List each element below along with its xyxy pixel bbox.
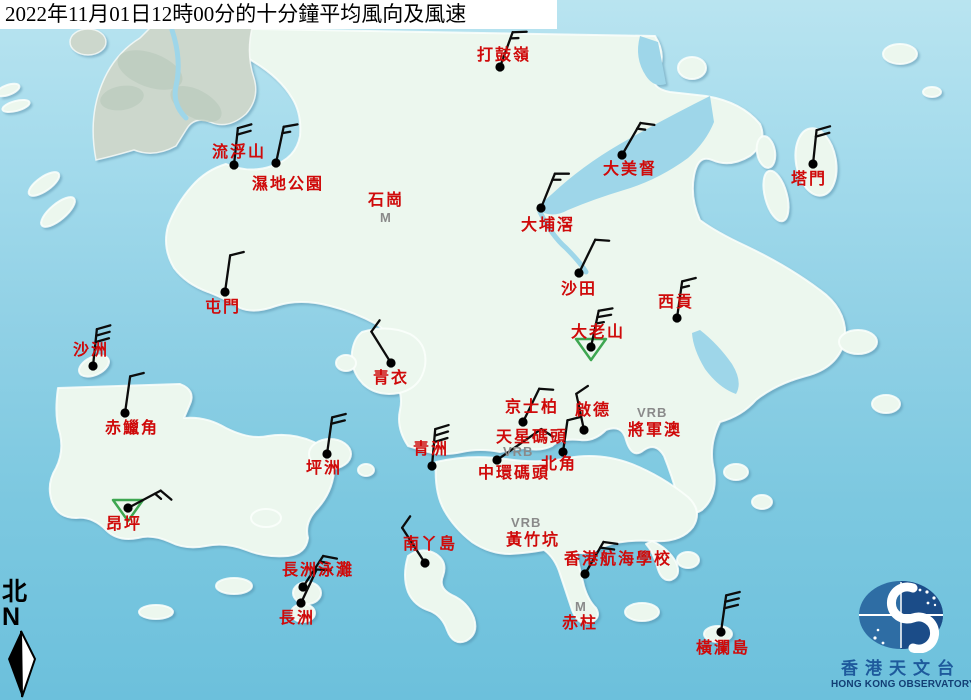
- sha-tin-wind-barb: [579, 240, 609, 273]
- tates-cairn-label: 大老山: [571, 324, 625, 340]
- tuen-mun-label: 屯門: [205, 299, 241, 315]
- wind-map: 打鼓嶺流浮山濕地公園石崗 M 大美督塔門大埔滘沙田屯門 西貢沙洲 大老山青衣赤鱲角 京士柏…: [0, 0, 971, 700]
- lau-fau-shan-dot: [229, 160, 238, 169]
- sha-chau-label: 沙洲: [73, 342, 109, 358]
- tai-po-kau-label: 大埔滘: [521, 217, 575, 233]
- sha-tin-dot: [574, 268, 583, 277]
- tai-po-kau-wind-barb: [541, 174, 569, 208]
- wong-chuk-hang-annotation: VRB: [511, 516, 541, 529]
- shek-kong-label: 石崗: [368, 192, 404, 208]
- north-indicator: 北 N: [2, 579, 46, 700]
- hk-sea-school-label: 香港航海學校: [564, 551, 672, 567]
- ngong-ping-dot: [123, 503, 132, 512]
- peng-chau-wind-barb: [327, 414, 346, 454]
- sha-tin-label: 沙田: [561, 281, 597, 297]
- sha-chau-dot: [88, 361, 97, 370]
- tai-mei-tuk-wind-barb: [622, 123, 654, 155]
- tsing-yi-label: 青衣: [373, 370, 409, 386]
- north-point-label: 北角: [541, 456, 577, 472]
- chek-lap-kok-dot: [120, 408, 129, 417]
- green-island-label: 青洲: [413, 441, 449, 457]
- ngong-ping-label: 昂坪: [106, 516, 142, 532]
- star-ferry-annotation: VRB: [503, 445, 533, 458]
- kai-tak-dot: [579, 425, 588, 434]
- hko-logo-chinese: 香港天文台: [831, 659, 971, 679]
- lamma-island-dot: [420, 558, 429, 567]
- cheung-chau-label: 長洲: [279, 610, 315, 626]
- north-label-chinese: 北: [2, 579, 46, 605]
- tuen-mun-dot: [220, 287, 229, 296]
- wetland-park-label: 濕地公園: [252, 176, 324, 192]
- hk-sea-school-dot: [580, 569, 589, 578]
- tuen-mun-wind-barb: [225, 252, 244, 292]
- lau-fau-shan-label: 流浮山: [212, 144, 266, 160]
- cheung-chau-beach-label: 長洲泳灘: [282, 562, 354, 578]
- wetland-park-wind-barb: [276, 124, 297, 163]
- wind-barb-overlay: [0, 0, 971, 700]
- tai-po-kau-dot: [536, 203, 545, 212]
- peng-chau-label: 坪洲: [306, 460, 342, 476]
- tseung-kwan-o-annotation: VRB: [637, 406, 667, 419]
- tap-mun-dot: [808, 159, 817, 168]
- sai-kung-label: 西貢: [658, 294, 694, 310]
- hko-logo-english: HONG KONG OBSERVATORY: [831, 679, 971, 691]
- north-arrow-icon: [2, 629, 40, 699]
- wong-chuk-hang-label: 黃竹坑: [506, 532, 560, 548]
- tap-mun-label: 塔門: [791, 171, 827, 187]
- chek-lap-kok-wind-barb: [125, 373, 144, 413]
- tsing-yi-dot: [386, 358, 395, 367]
- cheung-chau-dot: [296, 598, 305, 607]
- tates-cairn-dot: [586, 342, 595, 351]
- ta-kwu-ling-label: 打鼓嶺: [477, 47, 531, 63]
- lamma-island-label: 南丫島: [403, 536, 457, 552]
- map-title: 2022年11月01日12時00分的十分鐘平均風向及風速: [0, 0, 557, 29]
- green-island-dot: [427, 461, 436, 470]
- stanley-annotation: M: [575, 600, 587, 613]
- north-label-letter: N: [2, 605, 46, 629]
- central-pier-label: 中環碼頭: [478, 465, 550, 481]
- wetland-park-dot: [271, 158, 280, 167]
- tsing-yi-wind-barb: [371, 320, 391, 363]
- chek-lap-kok-label: 赤鱲角: [105, 420, 159, 436]
- star-ferry-label: 天星碼頭: [496, 429, 568, 445]
- kings-park-label: 京士柏: [505, 399, 559, 415]
- kings-park-dot: [518, 417, 527, 426]
- waglan-island-label: 橫瀾島: [696, 640, 750, 656]
- hko-logo-icon: [831, 578, 971, 653]
- hko-logo: 香港天文台 HONG KONG OBSERVATORY: [831, 578, 971, 691]
- shek-kong-annotation: M: [380, 211, 392, 224]
- waglan-island-wind-barb: [721, 592, 740, 632]
- tseung-kwan-o-label: 將軍澳: [628, 422, 682, 438]
- kai-tak-label: 啟德: [575, 402, 611, 418]
- tap-mun-wind-barb: [813, 126, 830, 164]
- stanley-label: 赤柱: [562, 615, 598, 631]
- tai-mei-tuk-label: 大美督: [603, 161, 657, 177]
- waglan-island-dot: [716, 627, 725, 636]
- sai-kung-dot: [672, 313, 681, 322]
